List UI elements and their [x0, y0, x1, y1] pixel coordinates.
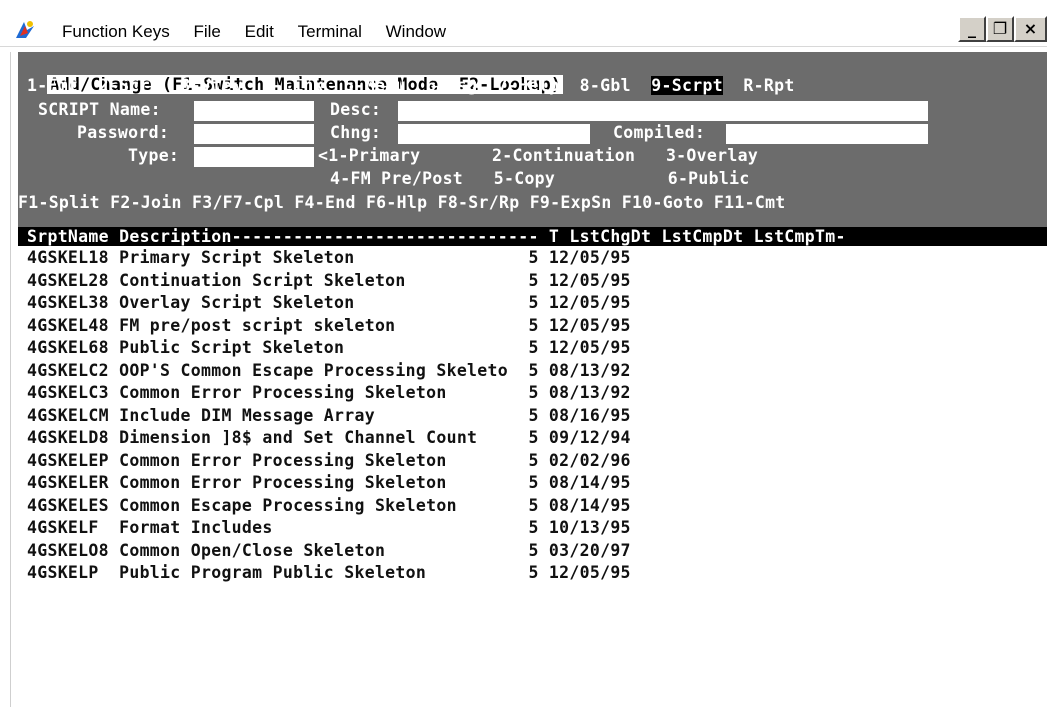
menu-edit[interactable]: Edit	[245, 22, 274, 42]
table-row[interactable]: 4GSKELCM Include DIM Message Array 5 08/…	[27, 405, 631, 428]
table-row[interactable]: 4GSKEL28 Continuation Script Skeleton 5 …	[27, 270, 631, 293]
minimize-button[interactable]: _	[958, 16, 986, 42]
tab-fmt[interactable]: 1-Fmt	[27, 76, 78, 95]
desc-field[interactable]	[398, 101, 928, 121]
table-row[interactable]: 4GSKELEP Common Error Processing Skeleto…	[27, 450, 631, 473]
table-row[interactable]: 4GSKELES Common Escape Processing Skelet…	[27, 495, 631, 518]
table-row[interactable]: 4GSKELC3 Common Error Processing Skeleto…	[27, 382, 631, 405]
function-keys-line: F1-Split F2-Join F3/F7-Cpl F4-End F6-Hlp…	[18, 193, 786, 212]
script-name-label: SCRIPT Name:	[38, 100, 161, 119]
tab-rpt[interactable]: R-Rpt	[743, 76, 794, 95]
compiled-label: Compiled:	[613, 123, 706, 142]
table-row[interactable]: 4GSKELO8 Common Open/Close Skeleton 5 03…	[27, 540, 631, 563]
restore-button[interactable]: ❐	[986, 16, 1014, 42]
password-label: Password:	[77, 123, 170, 142]
type-options-row2: 4-FM Pre/Post 5-Copy 6-Public	[330, 169, 750, 188]
table-row[interactable]: 4GSKELF Format Includes 5 10/13/95	[27, 517, 631, 540]
menu-function-keys[interactable]: Function Keys	[62, 22, 170, 42]
table-header: SrptName Description--------------------…	[27, 227, 846, 246]
table-row[interactable]: 4GSKEL68 Public Script Skeleton 5 12/05/…	[27, 337, 631, 360]
script-name-field[interactable]	[194, 101, 314, 121]
type-field[interactable]	[194, 147, 314, 167]
menu-file[interactable]: File	[193, 22, 220, 42]
close-button[interactable]: ×	[1014, 16, 1047, 42]
menu-window[interactable]: Window	[386, 22, 446, 42]
table-row[interactable]: 4GSKEL38 Overlay Script Skeleton 5 12/05…	[27, 292, 631, 315]
type-label: Type:	[128, 146, 180, 165]
table-row[interactable]: 4GSKELD8 Dimension ]8$ and Set Channel C…	[27, 427, 631, 450]
tab-menu[interactable]: 5-Menu	[344, 76, 405, 95]
password-field[interactable]	[194, 124, 314, 144]
chng-field[interactable]	[398, 124, 590, 144]
type-options-row1: <1-Primary 2-Continuation 3-Overlay	[318, 146, 759, 165]
script-list: 4GSKEL18 Primary Script Skeleton 5 12/05…	[27, 247, 631, 585]
table-row[interactable]: 4GSKELP Public Program Public Skeleton 5…	[27, 562, 631, 585]
menu-items: Function Keys File Edit Terminal Window	[62, 22, 465, 42]
menu-terminal[interactable]: Terminal	[298, 22, 362, 42]
menu-bar: Function Keys File Edit Terminal Window …	[0, 0, 1047, 47]
tab-msg[interactable]: 6-Msg	[426, 76, 477, 95]
chng-label: Chng:	[330, 123, 382, 142]
tab-link[interactable]: 4-Link	[262, 76, 323, 95]
table-row[interactable]: 4GSKEL18 Primary Script Skeleton 5 12/05…	[27, 247, 631, 270]
tab-gbl[interactable]: 8-Gbl	[580, 76, 631, 95]
table-row[interactable]: 4GSKELER Common Error Processing Skeleto…	[27, 472, 631, 495]
tab-scrn[interactable]: 2-Scrn	[99, 76, 160, 95]
tab-help[interactable]: 7-Help	[498, 76, 559, 95]
window-border	[10, 52, 11, 707]
compiled-field[interactable]	[726, 124, 928, 144]
table-row[interactable]: 4GSKEL48 FM pre/post script skeleton 5 1…	[27, 315, 631, 338]
tab-scrpt[interactable]: 9-Scrpt	[651, 76, 723, 95]
tab-row: 1-Fmt 2-Scrn 3-View 4-Link 5-Menu 6-Msg …	[27, 75, 795, 97]
table-row[interactable]: 4GSKELC2 OOP'S Common Escape Processing …	[27, 360, 631, 383]
app-icon	[16, 21, 34, 38]
tab-view[interactable]: 3-View	[181, 76, 242, 95]
desc-label: Desc:	[330, 100, 382, 119]
